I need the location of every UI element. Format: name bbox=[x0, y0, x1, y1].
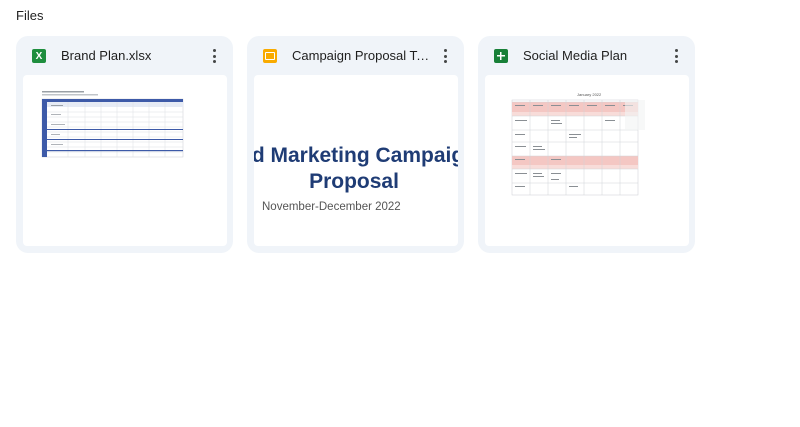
file-card-header: Social Media Plan bbox=[478, 36, 695, 74]
file-name[interactable]: Social Media Plan bbox=[523, 48, 627, 63]
slide-preview-subtitle: Proposal bbox=[309, 170, 399, 193]
file-card-header: X Brand Plan.xlsx bbox=[16, 36, 233, 74]
file-card-social-media-plan[interactable]: Social Media Plan January 2022 bbox=[478, 36, 695, 253]
file-card-campaign-proposal[interactable]: Campaign Proposal Tem... d Marketing Cam… bbox=[247, 36, 464, 253]
file-name[interactable]: Campaign Proposal Tem... bbox=[292, 48, 432, 63]
sheets-icon bbox=[494, 49, 508, 63]
file-grid: X Brand Plan.xlsx Campaign Proposal Tem.… bbox=[16, 36, 695, 253]
spreadsheet-preview bbox=[41, 91, 184, 158]
slides-icon bbox=[263, 49, 277, 63]
file-card-header: Campaign Proposal Tem... bbox=[247, 36, 464, 74]
section-title: Files bbox=[16, 8, 44, 23]
slide-preview-date: November-December 2022 bbox=[262, 201, 401, 213]
more-options-button[interactable] bbox=[205, 46, 223, 66]
file-thumbnail[interactable]: d Marketing Campaig Proposal November-De… bbox=[254, 75, 458, 246]
file-thumbnail[interactable]: January 2022 bbox=[485, 75, 689, 246]
more-options-button[interactable] bbox=[436, 46, 454, 66]
more-vert-icon bbox=[212, 49, 216, 52]
excel-icon: X bbox=[32, 49, 46, 63]
more-vert-icon bbox=[674, 49, 678, 52]
file-card-brand-plan[interactable]: X Brand Plan.xlsx bbox=[16, 36, 233, 253]
more-options-button[interactable] bbox=[667, 46, 685, 66]
sheet-preview-heading: January 2022 bbox=[577, 92, 602, 97]
slide-preview-title: d Marketing Campaig bbox=[254, 144, 458, 167]
file-thumbnail[interactable] bbox=[23, 75, 227, 246]
file-name[interactable]: Brand Plan.xlsx bbox=[61, 48, 151, 63]
spreadsheet-preview: January 2022 bbox=[511, 92, 645, 196]
more-vert-icon bbox=[443, 49, 447, 52]
